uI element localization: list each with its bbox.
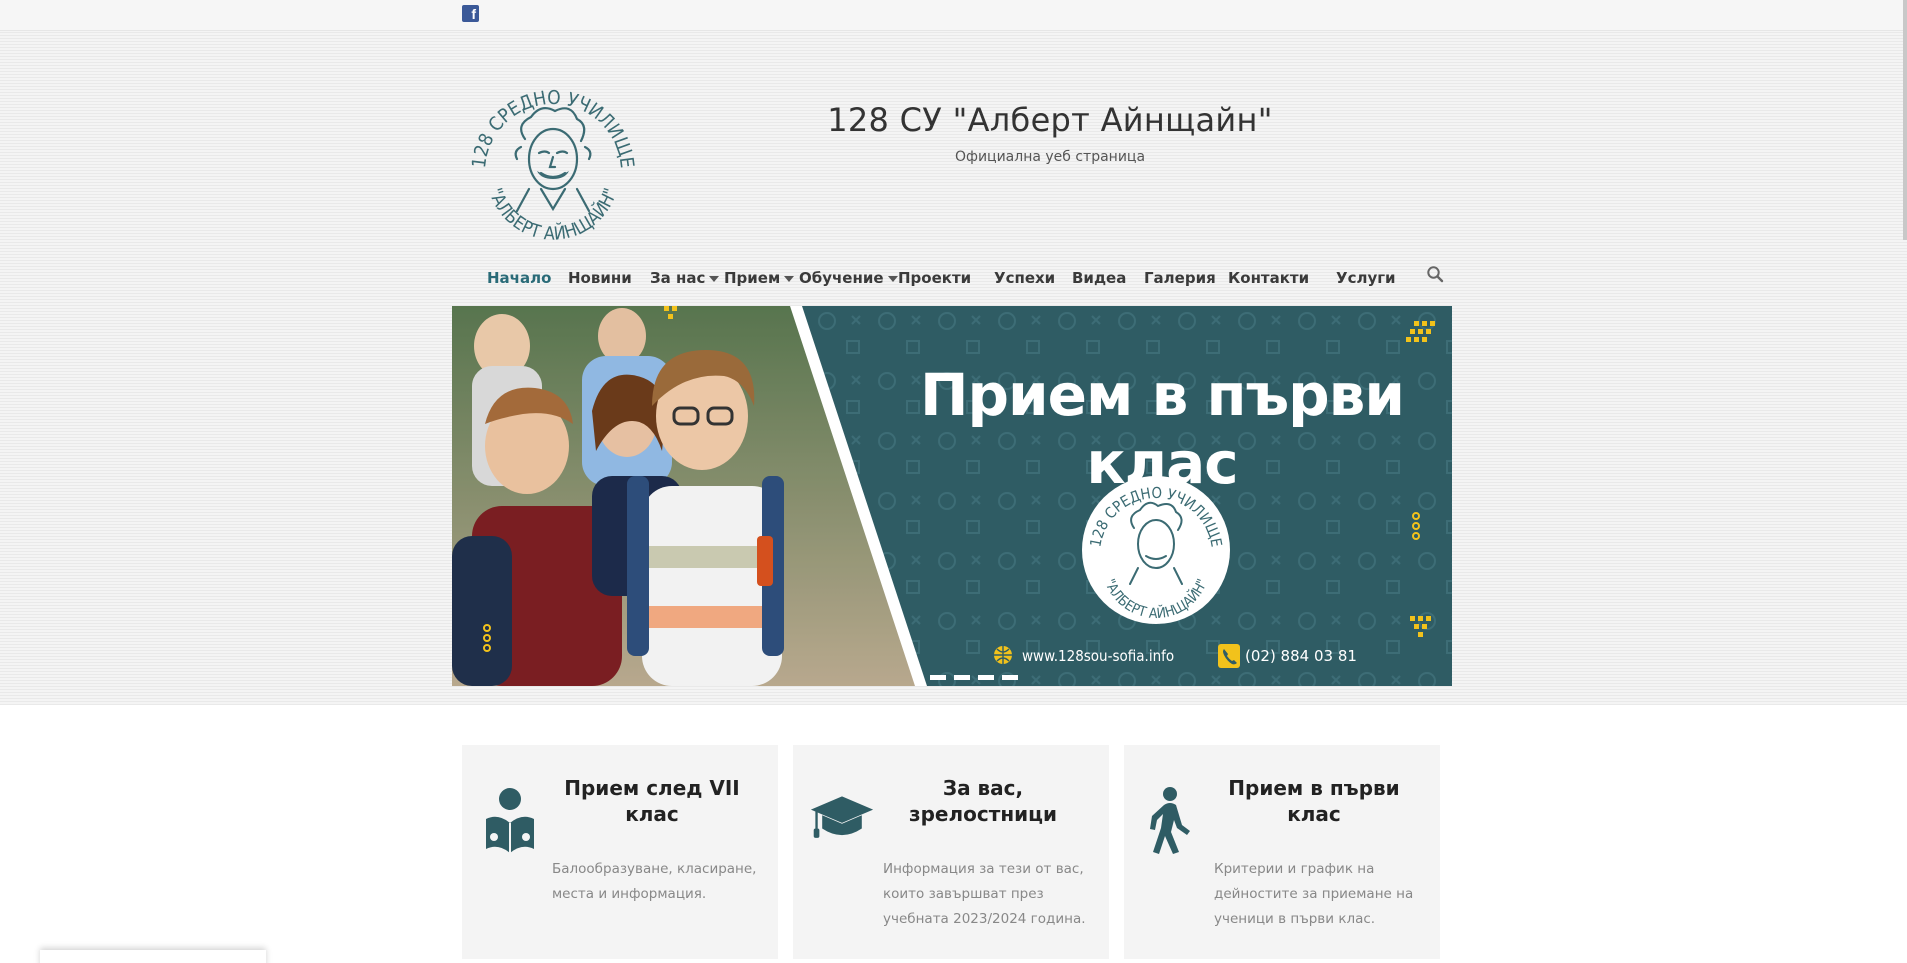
globe-icon [994, 646, 1012, 664]
nav-item-label: Галерия [1144, 269, 1216, 287]
nav-item-label: Новини [568, 269, 632, 287]
main-navigation: Начало Новини За нас Прием Обучение Прое… [474, 263, 1464, 293]
nav-item-label: Прием [724, 269, 781, 287]
top-bar: f [0, 0, 1907, 31]
feature-card-first-grade[interactable]: Прием в първи клас Критерии и график на … [1124, 745, 1440, 959]
logo-text-bottom: "АЛБЕРТ АЙНЩАЙН" [484, 186, 621, 245]
feature-card-graduates[interactable]: За вас, зрелостници Информация за тези о… [793, 745, 1109, 959]
nav-item-label: Обучение [799, 269, 884, 287]
cookie-notice-box[interactable] [40, 950, 266, 963]
chevron-down-icon [709, 275, 720, 282]
svg-text:"АЛБЕРТ АЙНЩАЙН": "АЛБЕРТ АЙНЩАЙН" [484, 186, 621, 245]
feature-card-title: Прием след VII клас [564, 776, 740, 826]
feature-cards: Прием след VII клас Балообразуване, клас… [462, 745, 1442, 963]
nav-item-projects[interactable]: Проекти [898, 269, 971, 287]
hero-slider[interactable]: Прием в първи клас 128 СРЕДНО УЧИЛИЩЕ "А… [452, 306, 1452, 686]
feature-card-text: Информация за тези от вас, които завършв… [883, 861, 1086, 927]
phone-icon [1218, 644, 1240, 668]
nav-item-label: За нас [650, 269, 706, 287]
nav-item-education[interactable]: Обучение [799, 269, 898, 287]
chevron-down-icon [887, 275, 898, 282]
school-logo[interactable]: 128 СРЕДНО УЧИЛИЩЕ "АЛБЕРТ АЙНЩАЙН" [463, 77, 643, 257]
feature-card-title: За вас, зрелостници [908, 776, 1057, 826]
slider-dot[interactable] [930, 675, 946, 680]
nav-item-services[interactable]: Услуги [1336, 269, 1396, 287]
slider-dot[interactable] [978, 675, 994, 680]
walking-person-icon [1150, 787, 1190, 854]
feature-card-text: Балообразуване, класиране, места и инфор… [552, 861, 757, 902]
banner-phone: (02) 884 03 81 [1245, 647, 1357, 665]
nav-item-label: Начало [487, 269, 552, 287]
nav-item-news[interactable]: Новини [568, 269, 632, 287]
site-title[interactable]: 128 СУ "Алберт Айнщайн" [800, 101, 1300, 139]
nav-item-label: Контакти [1228, 269, 1310, 287]
facebook-icon[interactable]: f [462, 5, 479, 22]
graduation-cap-icon [810, 796, 874, 838]
nav-item-label: Услуги [1336, 269, 1396, 287]
banner-logo-badge: 128 СРЕДНО УЧИЛИЩЕ "АЛБЕРТ АЙНЩАЙН" [1082, 476, 1230, 624]
nav-item-label: Видеа [1072, 269, 1127, 287]
nav-item-label: Успехи [994, 269, 1056, 287]
nav-item-label: Проекти [898, 269, 972, 287]
nav-item-admission[interactable]: Прием [724, 269, 795, 287]
nav-item-contacts[interactable]: Контакти [1228, 269, 1309, 287]
nav-item-videos[interactable]: Видеа [1072, 269, 1126, 287]
slider-dot[interactable] [954, 675, 970, 680]
chevron-down-icon [784, 275, 795, 282]
feature-card-text: Критерии и график на дейностите за прием… [1214, 861, 1414, 927]
slider-pagination [930, 665, 1026, 684]
feature-card-admission-vii[interactable]: Прием след VII клас Балообразуване, клас… [462, 745, 778, 959]
nav-item-achievements[interactable]: Успехи [994, 269, 1055, 287]
search-icon[interactable] [1426, 265, 1444, 283]
scrollbar[interactable] [1903, 0, 1907, 240]
feature-card-title: Прием в първи клас [1228, 776, 1400, 826]
nav-item-gallery[interactable]: Галерия [1144, 269, 1216, 287]
banner-website: www.128sou-sofia.info [1022, 647, 1175, 665]
slider-dot[interactable] [1002, 675, 1018, 680]
nav-item-about[interactable]: За нас [650, 269, 720, 287]
nav-item-home[interactable]: Начало [487, 269, 551, 287]
reading-person-icon [486, 788, 534, 853]
site-tagline: Официална уеб страница [954, 149, 1146, 165]
